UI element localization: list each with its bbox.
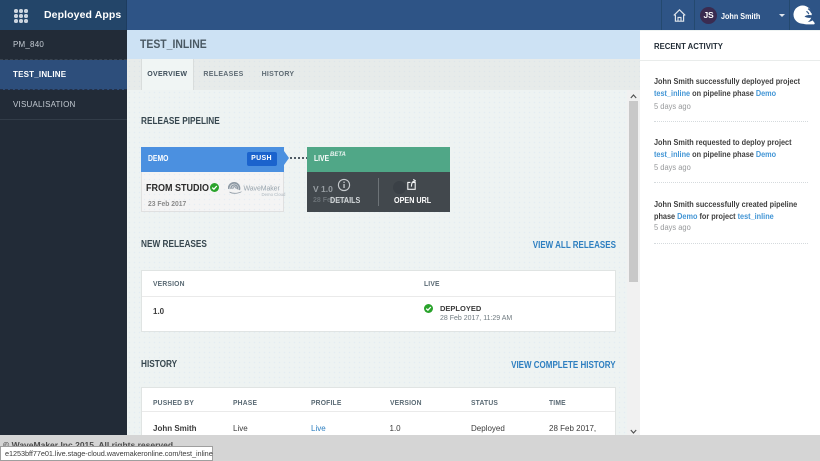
svg-text:Demo Cloud: Demo Cloud	[261, 192, 285, 197]
